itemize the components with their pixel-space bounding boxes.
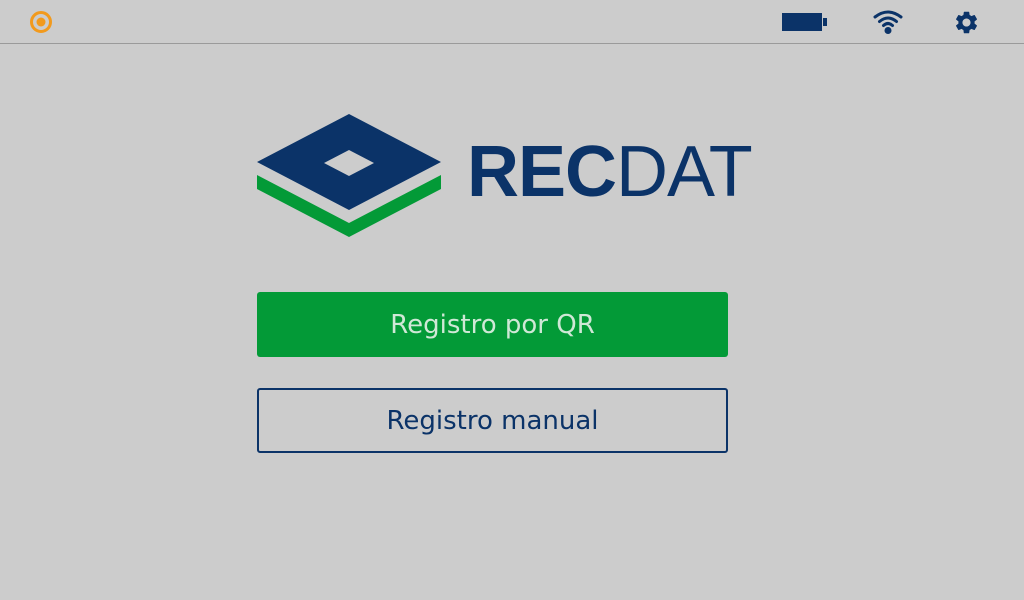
- qr-register-button[interactable]: Registro por QR: [257, 292, 728, 357]
- manual-register-label: Registro manual: [386, 405, 599, 436]
- status-dot-icon: [29, 10, 53, 34]
- manual-register-button[interactable]: Registro manual: [257, 388, 728, 453]
- brand-part-light: DAT: [616, 132, 753, 212]
- status-bar: [0, 0, 1024, 44]
- brand-wordmark: RECDAT: [467, 132, 753, 212]
- logo-mark-icon: [257, 114, 441, 237]
- qr-register-label: Registro por QR: [390, 309, 595, 340]
- brand-part-bold: REC: [467, 132, 617, 212]
- gear-icon[interactable]: [953, 9, 980, 36]
- wifi-icon[interactable]: [873, 9, 903, 35]
- battery-icon: [782, 12, 828, 32]
